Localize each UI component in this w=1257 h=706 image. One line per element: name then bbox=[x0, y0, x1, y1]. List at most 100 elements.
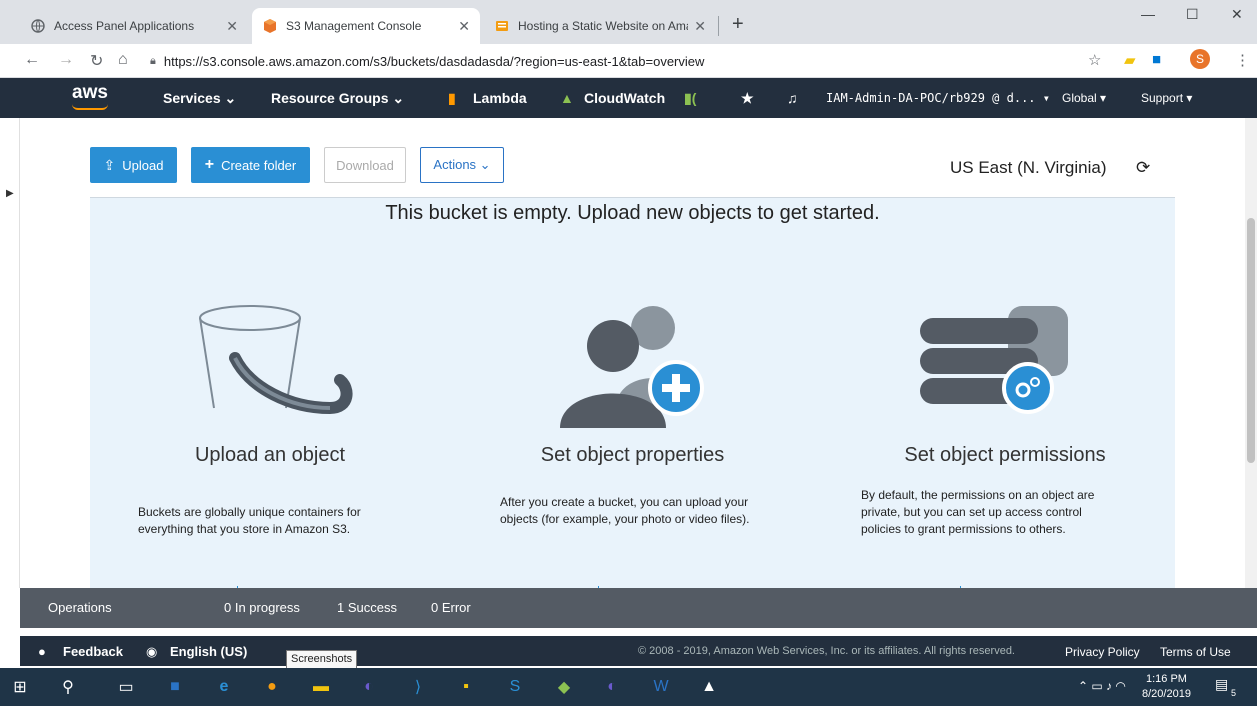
chrome-icon[interactable]: ● bbox=[260, 675, 284, 699]
photos-icon[interactable]: ▲ bbox=[697, 675, 721, 699]
notification-bell-icon[interactable]: ♫ bbox=[787, 90, 798, 106]
users-plus-icon bbox=[560, 306, 704, 428]
aws-logo[interactable]: aws bbox=[72, 82, 108, 110]
home-icon[interactable]: ⌂ bbox=[118, 51, 128, 69]
create-folder-button[interactable]: + Create folder bbox=[191, 147, 310, 183]
lambda-icon: ▮ bbox=[448, 90, 456, 106]
back-icon[interactable]: ← bbox=[24, 51, 40, 69]
terms-of-use-link[interactable]: Terms of Use bbox=[1160, 645, 1231, 659]
globe-icon bbox=[30, 18, 46, 34]
sourcetree-icon[interactable]: ◆ bbox=[552, 675, 576, 699]
new-tab-icon[interactable]: + bbox=[732, 14, 744, 34]
caret-right-icon: ▶ bbox=[6, 188, 14, 199]
maximize-icon[interactable]: ☐ bbox=[1186, 6, 1199, 23]
scrollbar[interactable] bbox=[1245, 118, 1257, 588]
column-desc-properties: After you create a bucket, you can uploa… bbox=[500, 495, 750, 526]
notification-center-icon[interactable]: ▤ bbox=[1215, 676, 1228, 693]
privacy-policy-link[interactable]: Privacy Policy bbox=[1065, 645, 1140, 659]
word-icon[interactable]: W bbox=[649, 675, 673, 699]
download-button[interactable]: Download bbox=[324, 147, 406, 183]
operations-success[interactable]: 1 Success bbox=[337, 600, 397, 615]
vscode-icon[interactable]: ⟩ bbox=[406, 675, 430, 699]
plus-icon: + bbox=[204, 156, 215, 173]
browser-toolbar: ← → ↻ ⌂ 🔒︎ https://s3.console.aws.amazon… bbox=[0, 44, 1257, 78]
tab-title: S3 Management Console bbox=[286, 19, 422, 33]
taskbar-clock[interactable]: 1:16 PM 8/20/2019 bbox=[1142, 672, 1191, 702]
close-icon[interactable]: ✕ bbox=[694, 18, 706, 35]
forward-icon[interactable]: → bbox=[58, 51, 74, 69]
minimize-icon[interactable]: — bbox=[1141, 6, 1155, 22]
operations-error[interactable]: 0 Error bbox=[431, 600, 471, 615]
address-bar[interactable]: 🔒︎ https://s3.console.aws.amazon.com/s3/… bbox=[150, 48, 750, 74]
clock-time: 1:16 PM bbox=[1145, 673, 1187, 685]
column-desc-permissions: By default, the permissions on an object… bbox=[861, 488, 1095, 536]
task-view-icon[interactable]: ▭ bbox=[114, 675, 138, 699]
column-title-upload: Upload an object bbox=[194, 444, 346, 466]
cloudwatch-icon: ▲ bbox=[560, 90, 574, 106]
clock-date: 8/20/2019 bbox=[1142, 688, 1191, 700]
bookmark-star-icon[interactable]: ☆ bbox=[1088, 51, 1101, 69]
region-menu[interactable]: Global ▾ bbox=[1062, 91, 1106, 105]
refresh-icon[interactable]: ⟳ bbox=[1136, 158, 1150, 178]
column-title-properties: Set object properties bbox=[540, 444, 725, 466]
copyright-text: © 2008 - 2019, Amazon Web Services, Inc.… bbox=[638, 645, 1015, 657]
aws-nav-bar: aws Services ⌄ Resource Groups ⌄ ▮ Lambd… bbox=[0, 78, 1257, 118]
menu-kebab-icon[interactable]: ⋮ bbox=[1235, 51, 1250, 69]
database-gear-icon bbox=[920, 306, 1068, 414]
service-shortcut-icon[interactable]: ▮( bbox=[684, 90, 696, 107]
pin-icon[interactable]: ★ bbox=[741, 90, 754, 107]
operations-label: Operations bbox=[48, 600, 112, 615]
language-selector[interactable]: English (US) bbox=[170, 644, 247, 659]
sticky-notes-icon[interactable]: ▪ bbox=[454, 675, 478, 699]
windows-taskbar: ⊞ ⚲ ▭ ■ e ● ▬ ◐ ⟩ ▪ S ◆ ◐ W ▲ ⌃ ▭ ♪ ◠ 1:… bbox=[0, 668, 1257, 706]
eclipse-icon[interactable]: ◐ bbox=[357, 675, 381, 699]
extension-icon[interactable]: ▰ bbox=[1124, 51, 1136, 69]
skype-icon[interactable]: S bbox=[503, 675, 527, 699]
lock-icon: 🔒︎ bbox=[150, 54, 156, 67]
support-menu[interactable]: Support ▾ bbox=[1141, 91, 1192, 105]
nav-cloudwatch[interactable]: CloudWatch bbox=[584, 90, 665, 106]
actions-dropdown[interactable]: Actions ⌄ bbox=[420, 147, 504, 183]
reload-icon[interactable]: ↻ bbox=[90, 51, 103, 71]
system-tray-icon[interactable]: ⌃ ▭ ♪ ◠ bbox=[1078, 679, 1126, 693]
windows-start-icon[interactable]: ⊞ bbox=[8, 675, 32, 699]
search-icon[interactable]: ⚲ bbox=[56, 675, 80, 699]
speech-bubble-icon: ● bbox=[38, 644, 46, 659]
footer: ● Feedback ◉ English (US) © 2008 - 2019,… bbox=[20, 636, 1257, 666]
tab-s3-console[interactable]: S3 Management Console ✕ bbox=[252, 8, 480, 44]
account-menu[interactable]: IAM-Admin-DA-POC/rb929 @ d... ▾ bbox=[826, 91, 1050, 105]
tab-static-website[interactable]: Hosting a Static Website on Ama ✕ bbox=[484, 8, 716, 44]
upload-button[interactable]: ⇪ Upload bbox=[90, 147, 177, 183]
file-explorer-icon[interactable]: ▬ bbox=[309, 675, 333, 699]
nav-lambda[interactable]: Lambda bbox=[473, 90, 527, 106]
profile-avatar[interactable]: S bbox=[1190, 49, 1210, 69]
nav-resource-groups[interactable]: Resource Groups ⌄ bbox=[271, 90, 404, 107]
url-text: https://s3.console.aws.amazon.com/s3/buc… bbox=[163, 53, 705, 69]
empty-bucket-panel: This bucket is empty. Upload new objects… bbox=[90, 197, 1175, 590]
scrollbar-thumb[interactable] bbox=[1247, 218, 1255, 463]
tab-access-panel[interactable]: Access Panel Applications ✕ bbox=[20, 8, 248, 44]
close-icon[interactable]: ✕ bbox=[226, 18, 238, 35]
s3-box-icon bbox=[262, 18, 278, 34]
empty-message: This bucket is empty. Upload new objects… bbox=[385, 202, 880, 224]
tooltip: Screenshots bbox=[286, 650, 358, 669]
globe-icon: ◉ bbox=[146, 644, 158, 659]
aws-doc-icon bbox=[494, 18, 510, 34]
screen: Access Panel Applications ✕ S3 Managemen… bbox=[0, 0, 1257, 706]
browser-tab-strip: Access Panel Applications ✕ S3 Managemen… bbox=[0, 0, 1257, 44]
region-label: US East (N. Virginia) bbox=[950, 158, 1107, 177]
edge-icon[interactable]: e bbox=[212, 675, 236, 699]
window-close-icon[interactable]: ✕ bbox=[1231, 6, 1243, 23]
column-desc-upload: Buckets are globally unique containers f… bbox=[138, 505, 361, 536]
eclipse-alt-icon[interactable]: ◐ bbox=[600, 675, 624, 699]
windows-extension-icon[interactable]: ■ bbox=[1152, 51, 1161, 68]
tab-title: Hosting a Static Website on Ama bbox=[518, 19, 689, 33]
operations-bar[interactable]: Operations 0 In progress 1 Success 0 Err… bbox=[20, 588, 1257, 628]
sidebar-toggle[interactable]: ▶ bbox=[0, 118, 20, 588]
nav-services[interactable]: Services ⌄ bbox=[163, 90, 236, 107]
feedback-link[interactable]: Feedback bbox=[63, 644, 123, 659]
outlook-icon[interactable]: ■ bbox=[163, 675, 187, 699]
operations-in-progress[interactable]: 0 In progress bbox=[224, 600, 300, 615]
close-icon[interactable]: ✕ bbox=[458, 18, 470, 35]
column-title-permissions: Set object permissions bbox=[904, 444, 1106, 466]
